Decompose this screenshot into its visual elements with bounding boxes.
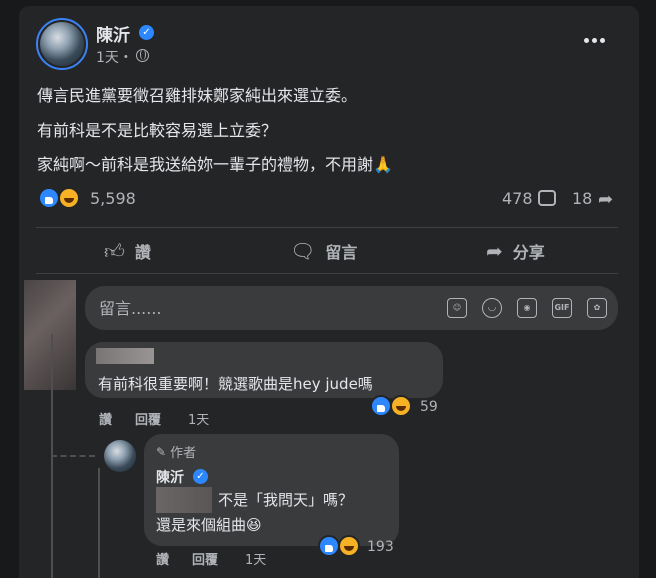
reply-author-name[interactable]: 陳沂 (156, 467, 184, 487)
haha-reaction-icon (58, 187, 80, 209)
verified-badge-icon: ✓ (139, 25, 154, 40)
comment-label: 留言 (325, 243, 358, 262)
comment-like-link[interactable]: 讚 (99, 409, 112, 428)
reaction-count[interactable]: 5,598 (90, 189, 136, 208)
reply-text-line-1: 不是「我問天」嗎？ (218, 491, 354, 509)
thumbs-up-icon: 👍︎ (104, 238, 125, 263)
divider (36, 273, 618, 274)
blurred-avatar (24, 280, 76, 390)
blurred-mention (156, 487, 212, 513)
globe-icon (136, 49, 149, 62)
comment-input-box[interactable]: ☺ ◡ ◉ GIF ✿ (85, 286, 618, 330)
reply-author-avatar[interactable] (104, 440, 136, 472)
reaction-icons[interactable] (38, 187, 86, 211)
comment-reaction-icons[interactable] (370, 395, 418, 419)
comment-button[interactable]: 🗨︎ 留言 (290, 231, 357, 271)
reply-reaction-icons[interactable] (318, 535, 366, 559)
divider (36, 227, 618, 228)
like-reaction-icon (318, 535, 340, 557)
author-name[interactable]: 陳沂 (96, 21, 130, 46)
like-label: 讚 (134, 243, 151, 262)
pencil-icon: ✎ (156, 444, 167, 459)
comment-reaction-count[interactable]: 59 (420, 399, 438, 415)
reply-text-line-2: 還是來個組曲😆 (156, 516, 262, 534)
camera-icon[interactable]: ◉ (517, 298, 537, 318)
author-avatar[interactable] (36, 18, 88, 70)
verified-badge-icon: ✓ (193, 469, 208, 484)
more-options-icon[interactable] (584, 30, 608, 50)
author-badge-label: 作者 (170, 446, 197, 461)
comment-icon: 🗨︎ (290, 239, 316, 263)
share-count[interactable]: 18 (572, 189, 592, 208)
reply-like-link[interactable]: 讚 (156, 549, 169, 568)
like-reaction-icon (38, 187, 60, 209)
avatar-sticker-icon[interactable]: ☺ (447, 298, 467, 318)
comment-bubble-icon (538, 190, 556, 206)
comment-count[interactable]: 478 (502, 189, 533, 208)
post-time[interactable]: 1天・ (96, 47, 133, 67)
reply-thread-line (98, 468, 100, 578)
share-arrow-icon: ➦ (598, 189, 614, 210)
author-badge: ✎ 作者 (156, 442, 197, 462)
sticker-icon[interactable]: ✿ (587, 298, 607, 318)
post-text-line-1: 傳言民進黨要徵召雞排妹鄭家純出來選立委。 (37, 86, 358, 105)
gif-icon[interactable]: GIF (552, 298, 572, 318)
post-text-line-3: 家純啊～前科是我送給妳一輩子的禮物，不用謝🙏 (37, 155, 393, 174)
comment-time: 1天 (188, 413, 210, 428)
share-label: 分享 (512, 243, 545, 262)
avatar-image (40, 22, 84, 66)
like-button[interactable]: 👍︎ 讚 (104, 231, 151, 271)
comment-text: 有前科很重要啊！競選歌曲是hey jude嗎 (98, 375, 373, 393)
haha-reaction-icon (338, 535, 360, 557)
blurred-commenter-name (96, 348, 154, 364)
like-reaction-icon (370, 395, 392, 417)
reply-reply-link[interactable]: 回覆 (192, 549, 218, 568)
haha-reaction-icon (390, 395, 412, 417)
emoji-icon[interactable]: ◡ (482, 298, 502, 318)
share-icon: ➦ (486, 239, 503, 263)
post-text-line-2: 有前科是不是比較容易選上立委？ (37, 121, 278, 140)
reply-time: 1天 (245, 553, 267, 568)
reply-reaction-count[interactable]: 193 (367, 539, 394, 555)
comment-reply-link[interactable]: 回覆 (135, 409, 161, 428)
comment-input[interactable] (99, 297, 429, 319)
thread-connector (51, 455, 95, 457)
share-button[interactable]: ➦ 分享 (486, 231, 545, 271)
